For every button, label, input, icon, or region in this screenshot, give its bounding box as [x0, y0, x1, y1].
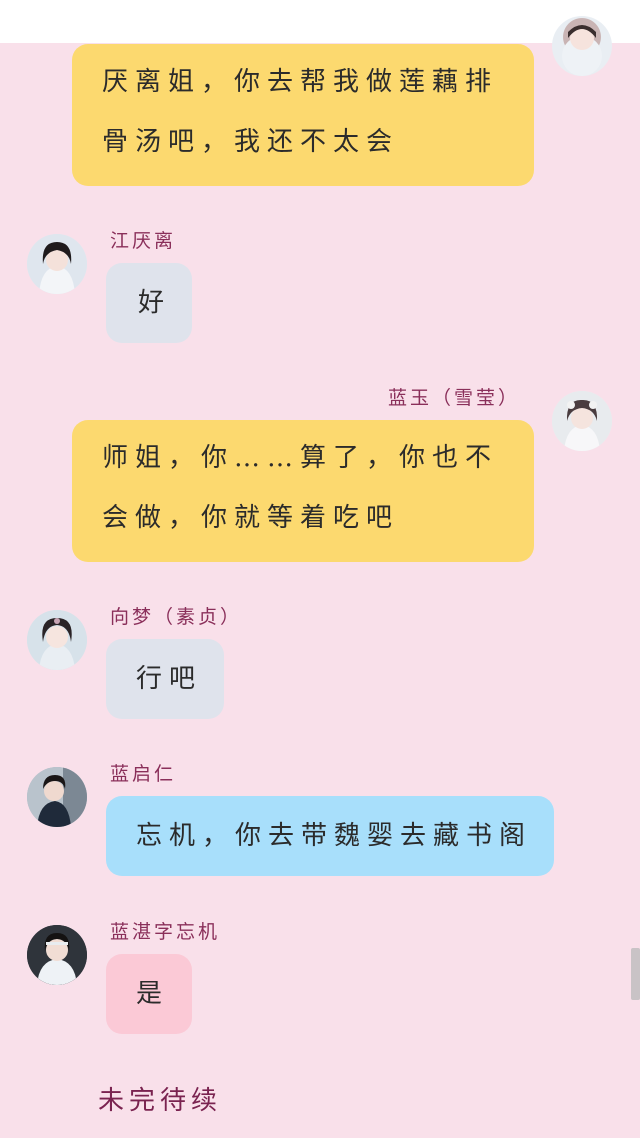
- avatar[interactable]: [552, 391, 612, 451]
- message-text: 会做，你就等着吃吧: [102, 503, 400, 533]
- message-bubble[interactable]: 是: [106, 954, 192, 1034]
- sender-name: 江厌离: [110, 230, 177, 252]
- message-text: 忘机，你去带魏婴去藏书阁: [136, 821, 533, 851]
- scrollbar[interactable]: [631, 948, 640, 1000]
- footer-text: 未完待续: [98, 1086, 223, 1116]
- message-text: 骨汤吧，我还不太会: [102, 127, 400, 157]
- status-bar: [0, 0, 640, 43]
- avatar[interactable]: [27, 234, 87, 294]
- sender-name: 蓝湛字忘机: [110, 921, 221, 943]
- avatar[interactable]: [27, 925, 87, 985]
- sender-name: 蓝玉（雪莹）: [388, 387, 521, 409]
- message-text: 是: [136, 979, 170, 1009]
- avatar[interactable]: [552, 16, 612, 76]
- message-text: 行吧: [136, 664, 203, 694]
- avatar[interactable]: [27, 767, 87, 827]
- message-text: 好: [138, 288, 172, 318]
- avatar[interactable]: [27, 610, 87, 670]
- message-bubble[interactable]: 忘机，你去带魏婴去藏书阁: [106, 796, 554, 876]
- message-text: 师姐，你……算了，你也不: [102, 443, 499, 473]
- message-bubble[interactable]: 师姐，你……算了，你也不 会做，你就等着吃吧: [72, 420, 534, 562]
- sender-name: 向梦（素贞）: [110, 606, 243, 628]
- sender-name: 蓝启仁: [110, 763, 177, 785]
- message-bubble[interactable]: 厌离姐，你去帮我做莲藕排 骨汤吧，我还不太会: [72, 44, 534, 186]
- message-bubble[interactable]: 好: [106, 263, 192, 343]
- message-bubble[interactable]: 行吧: [106, 639, 224, 719]
- message-text: 厌离姐，你去帮我做莲藕排: [102, 67, 499, 97]
